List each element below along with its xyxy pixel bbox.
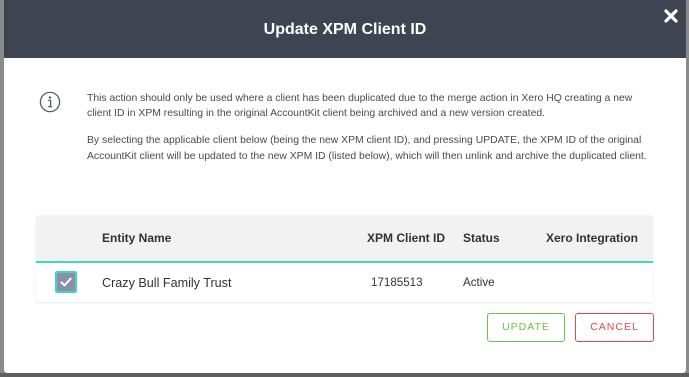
- cell-xpm-client-id: 17185513: [371, 276, 423, 289]
- column-header-xero-integration[interactable]: Xero Integration: [546, 215, 638, 261]
- info-paragraph: By selecting the applicable client below…: [87, 135, 647, 162]
- checkmark-icon: [60, 277, 72, 287]
- info-message: This action should only be used where a …: [87, 91, 653, 164]
- dialog-header: Update XPM Client ID: [4, 0, 686, 58]
- cell-entity-name: Crazy Bull Family Trust: [102, 276, 232, 290]
- update-button[interactable]: UPDATE: [487, 313, 565, 342]
- info-paragraph: This action should only be used where a …: [87, 93, 633, 120]
- close-icon[interactable]: [664, 9, 678, 23]
- table-row[interactable]: Crazy Bull Family Trust 17185513 Active: [36, 263, 653, 302]
- column-header-xpm-client-id[interactable]: XPM Client ID: [367, 215, 445, 261]
- client-table: Entity Name XPM Client ID Status Xero In…: [36, 215, 653, 302]
- info-icon: [39, 91, 61, 113]
- backdrop-bottom: [0, 373, 689, 377]
- update-xpm-client-id-dialog: Update XPM Client ID This action should …: [4, 0, 686, 373]
- row-select-checkbox[interactable]: [55, 271, 77, 293]
- cancel-button[interactable]: CANCEL: [575, 313, 654, 342]
- dialog-title: Update XPM Client ID: [263, 21, 427, 38]
- column-header-status[interactable]: Status: [463, 215, 500, 261]
- cell-status: Active: [463, 276, 495, 289]
- column-header-entity-name[interactable]: Entity Name: [102, 215, 171, 261]
- table-header: Entity Name XPM Client ID Status Xero In…: [36, 215, 653, 263]
